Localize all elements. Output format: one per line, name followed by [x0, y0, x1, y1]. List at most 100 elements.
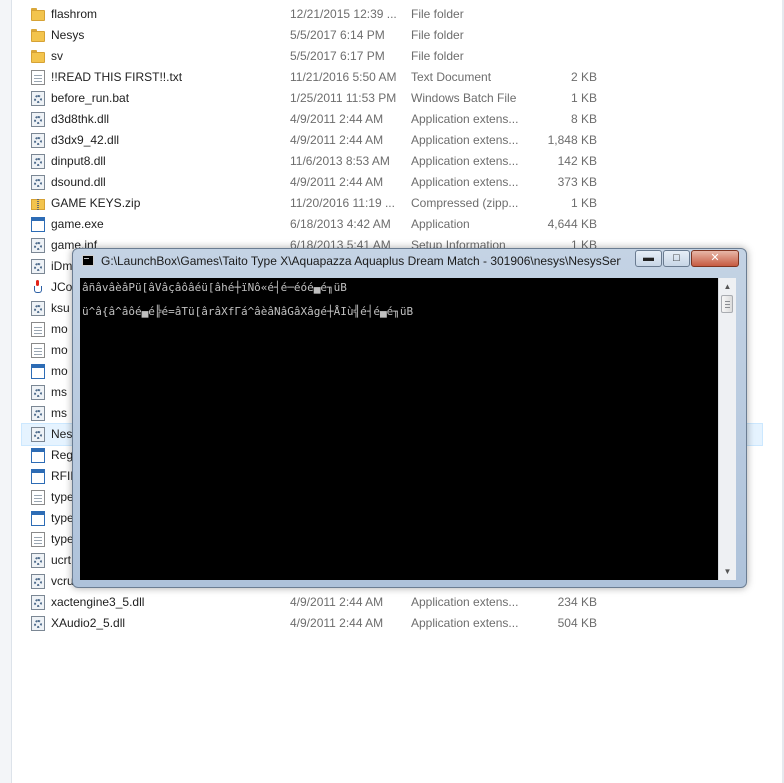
file-row[interactable]: Nesys 5/5/2017 6:14 PM File folder: [22, 25, 762, 46]
navigation-pane-edge: [0, 0, 12, 783]
batch-file-icon: [31, 91, 45, 106]
file-date-modified: 11/6/2013 8:53 AM: [290, 154, 390, 168]
console-window: G:\LaunchBox\Games\Taito Type X\Aquapazz…: [72, 248, 747, 588]
file-date-modified: 4/9/2011 2:44 AM: [290, 595, 384, 609]
console-app-icon[interactable]: [82, 255, 94, 266]
file-name: GAME KEYS.zip: [51, 196, 141, 210]
file-name: before_run.bat: [51, 91, 130, 105]
dll-file-icon: [31, 385, 45, 400]
file-row[interactable]: XAudio2_5.dll 4/9/2011 2:44 AM Application…: [22, 613, 762, 634]
file-row[interactable]: flashrom 12/21/2015 12:39 ... File folder: [22, 4, 762, 25]
file-date-modified: 4/9/2011 2:44 AM: [290, 112, 384, 126]
file-size: 2 KB: [570, 70, 597, 84]
file-row[interactable]: GAME KEYS.zip 11/20/2016 11:19 ... Compres…: [22, 193, 762, 214]
setup-info-icon: [31, 238, 45, 253]
scroll-up-arrow-icon[interactable]: ▲: [719, 279, 736, 294]
dll-file-icon: [31, 154, 45, 169]
dll-file-icon: [31, 406, 45, 421]
file-row[interactable]: !!READ THIS FIRST!!.txt 11/21/2016 5:50 A…: [22, 67, 762, 88]
file-row[interactable]: dinput8.dll 11/6/2013 8:53 AM Application …: [22, 151, 762, 172]
file-size: 373 KB: [557, 175, 597, 189]
dll-file-icon: [31, 175, 45, 190]
file-date-modified: 4/9/2011 2:44 AM: [290, 616, 384, 630]
file-name: ksu: [51, 301, 70, 315]
file-name: type: [51, 511, 74, 525]
file-name: vcru: [51, 574, 74, 588]
file-row[interactable]: xactengine3_5.dll 4/9/2011 2:44 AM Applica…: [22, 592, 762, 613]
file-name: iDm: [51, 259, 73, 273]
registry-file-icon: [31, 448, 45, 463]
folder-icon: [31, 7, 45, 22]
file-name: dsound.dll: [51, 175, 106, 189]
dll-file-icon: [31, 553, 45, 568]
file-size: 504 KB: [557, 616, 597, 630]
file-size: 8 KB: [570, 112, 597, 126]
file-date-modified: 4/9/2011 2:44 AM: [290, 175, 384, 189]
file-name: mo: [51, 322, 68, 336]
file-name: xactengine3_5.dll: [51, 595, 145, 609]
file-row[interactable]: before_run.bat 1/25/2011 11:53 PM Windows …: [22, 88, 762, 109]
file-name: sv: [51, 49, 63, 63]
file-name: type: [51, 532, 74, 546]
blank-file-icon: [31, 490, 45, 505]
folder-icon: [31, 49, 45, 64]
java-icon: [31, 280, 45, 295]
file-name: d3dx9_42.dll: [51, 133, 120, 147]
file-type: Application: [411, 217, 470, 231]
file-name: mo: [51, 364, 68, 378]
dll-file-icon: [31, 112, 45, 127]
dll-file-icon: [31, 259, 45, 274]
file-name: mo: [51, 343, 68, 357]
scroll-down-arrow-icon[interactable]: ▼: [719, 564, 736, 579]
console-scrollbar[interactable]: ▲ ▼: [718, 278, 736, 580]
file-size: 4,644 KB: [547, 217, 597, 231]
blank-file-icon: [31, 532, 45, 547]
file-row[interactable]: dsound.dll 4/9/2011 2:44 AM Application ex…: [22, 172, 762, 193]
file-size: 142 KB: [557, 154, 597, 168]
file-date-modified: 5/5/2017 6:14 PM: [290, 28, 385, 42]
file-name: JCo: [51, 280, 73, 294]
file-size: 1,848 KB: [547, 133, 597, 147]
file-name: Reg: [51, 448, 74, 462]
scrollbar-thumb[interactable]: [721, 295, 733, 313]
file-type: File folder: [411, 7, 464, 21]
file-name: type: [51, 490, 74, 504]
media-file-icon: [31, 364, 45, 379]
file-name: !!READ THIS FIRST!!.txt: [51, 70, 183, 84]
file-name: Nesys: [51, 28, 85, 42]
console-output[interactable]: âñâvâèâPü[âVâçâôâéü[âhé┼ïNô«é┤é─éóé▄é╖üB…: [80, 278, 736, 580]
console-line: ü^â{â^âôé▄é╠é=âTü[ârâXfΓá^âèâNâGâXâgé┼ÅI…: [82, 305, 414, 318]
file-date-modified: 5/5/2017 6:17 PM: [290, 49, 385, 63]
file-row[interactable]: game.exe 6/18/2013 4:42 AM Application 4,64…: [22, 214, 762, 235]
file-row[interactable]: sv 5/5/2017 6:17 PM File folder: [22, 46, 762, 67]
file-row[interactable]: d3d8thk.dll 4/9/2011 2:44 AM Application e…: [22, 109, 762, 130]
file-name: XAudio2_5.dll: [51, 616, 126, 630]
application-icon: [31, 217, 45, 232]
folder-icon: [31, 28, 45, 43]
file-name: ms: [51, 385, 67, 399]
file-type: File folder: [411, 28, 464, 42]
dll-file-icon: [31, 595, 45, 610]
dll-file-icon: [31, 301, 45, 316]
minimize-button[interactable]: ▬: [635, 250, 662, 267]
file-name: ucrt: [51, 553, 72, 567]
close-button[interactable]: ✕: [691, 250, 739, 267]
blank-file-icon: [31, 322, 45, 337]
zip-folder-icon: [31, 196, 45, 211]
console-line: âñâvâèâPü[âVâçâôâéü[âhé┼ïNô«é┤é─éóé▄é╖üB: [82, 281, 347, 294]
file-type: File folder: [411, 49, 464, 63]
file-name: game.exe: [51, 217, 104, 231]
text-document-icon: [31, 70, 45, 85]
dll-file-icon: [31, 133, 45, 148]
dll-file-icon: [31, 427, 45, 442]
file-date-modified: 11/21/2016 5:50 AM: [290, 70, 397, 84]
file-row[interactable]: d3dx9_42.dll 4/9/2011 2:44 AM Application …: [22, 130, 762, 151]
blank-file-icon: [31, 343, 45, 358]
application-icon: [31, 511, 45, 526]
file-type: Text Document: [411, 70, 492, 84]
maximize-button[interactable]: □: [663, 250, 690, 267]
file-date-modified: 4/9/2011 2:44 AM: [290, 133, 384, 147]
console-title: G:\LaunchBox\Games\Taito Type X\Aquapazz…: [101, 254, 621, 268]
file-date-modified: 12/21/2015 12:39 ...: [290, 7, 397, 21]
dll-file-icon: [31, 574, 45, 589]
